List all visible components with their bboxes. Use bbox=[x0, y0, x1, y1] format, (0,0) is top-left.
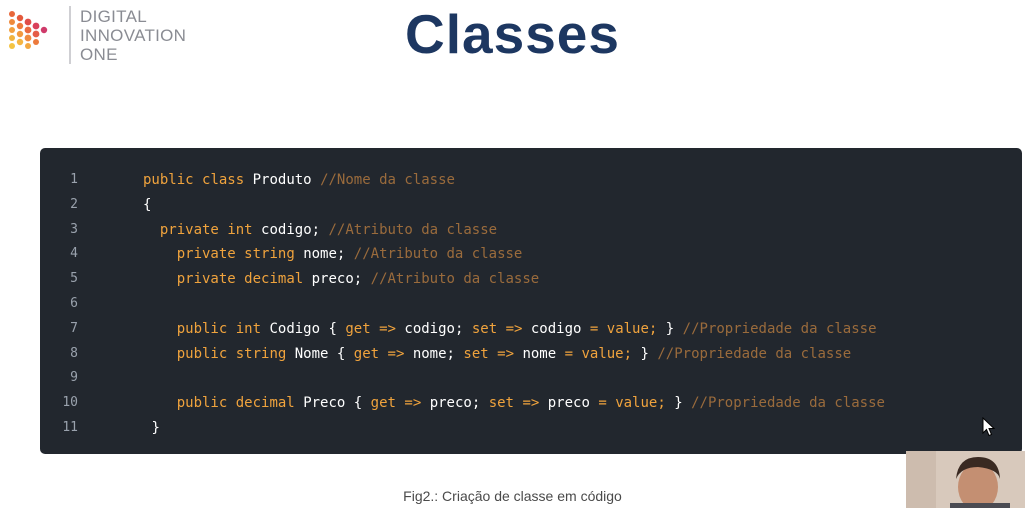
type: string bbox=[235, 345, 287, 362]
code-lines: public class Produto //Nome da classe { … bbox=[143, 168, 1012, 441]
code-line-11: } bbox=[143, 416, 1012, 441]
line-number-gutter: 1 2 3 4 5 6 7 8 9 10 11 bbox=[40, 168, 128, 441]
slide-title: Classes bbox=[405, 3, 620, 65]
operator: = bbox=[564, 345, 574, 362]
keyword: public bbox=[176, 320, 228, 337]
code-comment: //Nome da classe bbox=[320, 172, 455, 188]
identifier: preco; bbox=[429, 395, 481, 412]
operator: = bbox=[598, 395, 607, 412]
type: decimal bbox=[244, 271, 304, 288]
brace: } bbox=[151, 419, 160, 436]
line-number: 2 bbox=[70, 196, 78, 212]
keyword: get bbox=[345, 320, 371, 337]
operator: => bbox=[505, 320, 523, 337]
code-comment: //Atributo da classe bbox=[328, 221, 498, 238]
operator: => bbox=[497, 345, 514, 362]
line-number: 9 bbox=[70, 370, 78, 386]
line-number: 3 bbox=[70, 221, 78, 237]
brace: } bbox=[674, 395, 683, 412]
keyword: get bbox=[370, 395, 396, 412]
operator: => bbox=[379, 320, 396, 337]
line-number: 7 bbox=[70, 320, 78, 336]
mouse-pointer-icon bbox=[982, 417, 996, 437]
line-number: 10 bbox=[62, 395, 78, 411]
code-line-4: private string nome; //Atributo da class… bbox=[143, 242, 1012, 267]
class-name: Produto bbox=[252, 172, 312, 188]
keyword: public bbox=[176, 395, 228, 412]
property-name: Codigo bbox=[269, 320, 321, 337]
type: int bbox=[227, 221, 253, 238]
code-line-1: public class Produto //Nome da classe bbox=[143, 168, 1012, 193]
type: string bbox=[244, 246, 295, 263]
line-number: 1 bbox=[70, 172, 78, 187]
code-comment: //Propriedade da classe bbox=[657, 345, 852, 362]
line-number: 4 bbox=[70, 246, 78, 262]
line-number: 6 bbox=[70, 295, 78, 311]
keyword: public bbox=[176, 345, 228, 362]
property-name: Nome bbox=[294, 345, 329, 362]
brace: { bbox=[328, 320, 337, 337]
brace: } bbox=[640, 345, 649, 362]
brace: { bbox=[353, 395, 363, 412]
identifier: codigo bbox=[530, 320, 582, 337]
code-line-8: public string Nome { get => nome; set =>… bbox=[143, 342, 1012, 367]
presenter-webcam bbox=[906, 451, 1025, 508]
identifier: nome bbox=[522, 345, 557, 362]
operator: => bbox=[522, 395, 540, 412]
line-number: 8 bbox=[70, 345, 78, 361]
operator: = bbox=[589, 320, 599, 337]
keyword: set bbox=[463, 345, 489, 362]
code-line-7: public int Codigo { get => codigo; set =… bbox=[143, 317, 1012, 342]
code-line-3: private int codigo; //Atributo da classe bbox=[143, 218, 1012, 243]
type: decimal bbox=[235, 395, 295, 412]
property-name: Preco bbox=[303, 395, 346, 412]
operator: => bbox=[404, 395, 422, 412]
type: int bbox=[235, 320, 262, 337]
keyword: value; bbox=[615, 395, 666, 412]
brace: { bbox=[336, 345, 346, 362]
keyword: public bbox=[143, 172, 194, 188]
line-number: 11 bbox=[62, 419, 78, 435]
code-line-2: { bbox=[143, 193, 1012, 218]
keyword: get bbox=[353, 345, 380, 362]
keyword: private bbox=[176, 271, 236, 288]
code-line-10: public decimal Preco { get => preco; set… bbox=[143, 391, 1012, 416]
presenter-figure bbox=[906, 451, 1025, 508]
identifier: preco bbox=[547, 395, 590, 412]
code-comment: //Atributo da classe bbox=[353, 246, 523, 263]
code-block: 1 2 3 4 5 6 7 8 9 10 11 public class Pro… bbox=[40, 148, 1022, 454]
brace: { bbox=[143, 196, 152, 213]
operator: => bbox=[387, 345, 405, 362]
identifier: codigo; bbox=[404, 320, 464, 337]
keyword: set bbox=[488, 395, 514, 412]
field-name: preco; bbox=[311, 271, 363, 288]
keyword: class bbox=[202, 172, 245, 188]
line-number: 5 bbox=[70, 271, 78, 287]
keyword: private bbox=[159, 221, 219, 238]
keyword: value; bbox=[606, 320, 658, 337]
keyword: value; bbox=[581, 345, 633, 362]
code-line-5: private decimal preco; //Atributo da cla… bbox=[143, 267, 1012, 292]
figure-caption: Fig2.: Criação de classe em código bbox=[403, 488, 622, 504]
field-name: codigo; bbox=[261, 221, 321, 238]
keyword: set bbox=[471, 320, 498, 337]
code-comment: //Propriedade da classe bbox=[691, 395, 885, 412]
brace: } bbox=[665, 320, 675, 337]
code-comment: //Propriedade da classe bbox=[682, 320, 877, 337]
keyword: private bbox=[176, 246, 236, 263]
code-comment: //Atributo da classe bbox=[370, 271, 540, 288]
identifier: nome; bbox=[412, 345, 455, 362]
field-name: nome; bbox=[303, 246, 346, 263]
